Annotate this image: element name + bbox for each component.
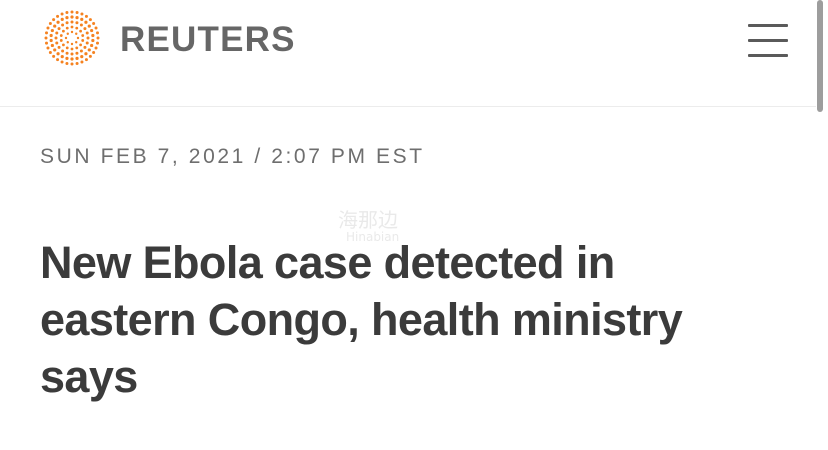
article-headline[interactable]: New Ebola case detected in eastern Congo…	[40, 234, 780, 405]
hamburger-menu-icon[interactable]	[744, 20, 792, 60]
menu-line	[748, 54, 788, 57]
menu-line	[748, 24, 788, 27]
site-header: REUTERS	[0, 0, 816, 107]
scrollbar-thumb[interactable]	[817, 0, 823, 112]
reuters-dot-logo-icon	[44, 10, 100, 66]
page: REUTERS SUN FEB 7, 2021 / 2:07 PM EST 海那…	[0, 0, 828, 450]
brand-wordmark: REUTERS	[120, 19, 296, 59]
watermark-text: 海那边	[338, 208, 398, 232]
reuters-logo[interactable]: REUTERS	[40, 7, 296, 69]
article-dateline: SUN FEB 7, 2021 / 2:07 PM EST	[40, 145, 425, 168]
menu-line	[748, 39, 788, 42]
